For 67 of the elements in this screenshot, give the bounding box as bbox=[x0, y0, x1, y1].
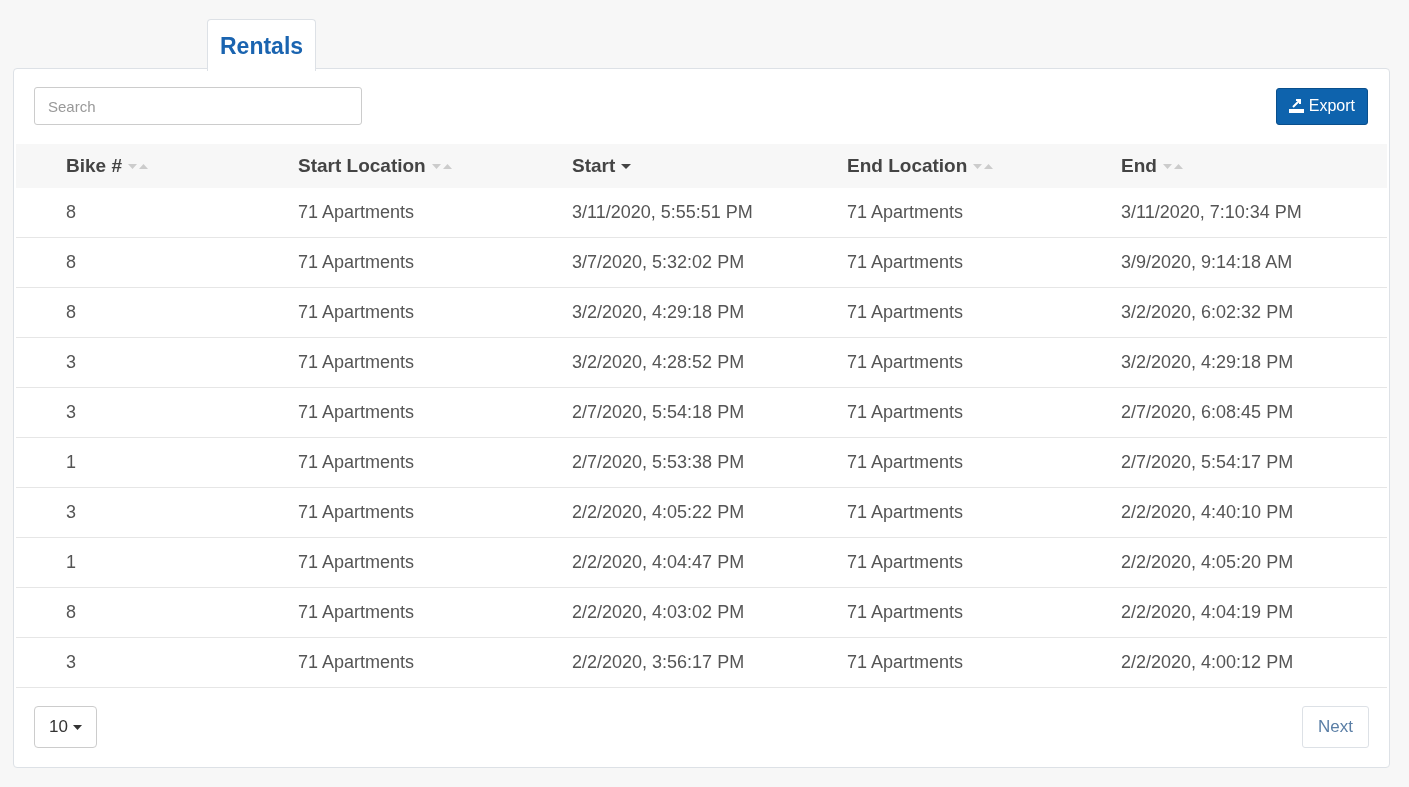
table-cell-text: 8 bbox=[65, 302, 77, 323]
table-cell-text: 3/2/2020, 6:02:32 PM bbox=[1121, 302, 1295, 323]
table-cell-text: 8 bbox=[65, 202, 77, 223]
next-button[interactable]: Next bbox=[1302, 706, 1369, 748]
table-cell-text: 71 Apartments bbox=[298, 302, 416, 323]
table-cell-text: 71 Apartments bbox=[847, 602, 965, 623]
table-cell-text: 71 Apartments bbox=[847, 302, 965, 323]
tab[interactable]: Rentals bbox=[207, 19, 317, 71]
table-cell-text: 3/2/2020, 4:29:18 PM bbox=[1121, 352, 1295, 373]
table-cell-text: 71 Apartments bbox=[847, 552, 965, 573]
column-header[interactable]: Start Location bbox=[298, 155, 426, 177]
table-cell-text: 3 bbox=[65, 502, 77, 523]
table-cell-text: 8 bbox=[65, 602, 77, 623]
table-cell-text: 71 Apartments bbox=[847, 352, 965, 373]
search-field[interactable]: Search bbox=[34, 87, 362, 125]
table-cell-text: 71 Apartments bbox=[847, 252, 965, 273]
table-cell-text: 1 bbox=[65, 552, 77, 573]
table-cell-text: 3 bbox=[65, 352, 77, 373]
table-cell-text: 71 Apartments bbox=[298, 452, 416, 473]
column-header[interactable]: End bbox=[1121, 155, 1157, 177]
table-cell-text: 71 Apartments bbox=[847, 652, 965, 673]
table-cell-text: 3/9/2020, 9:14:18 AM bbox=[1121, 252, 1294, 273]
table-cell-text: 2/2/2020, 3:56:17 PM bbox=[572, 652, 746, 673]
table-cell-text: 71 Apartments bbox=[298, 552, 416, 573]
export-icon bbox=[1288, 99, 1304, 113]
sort-icon[interactable] bbox=[1162, 163, 1183, 169]
table-cell-text: 2/2/2020, 4:05:20 PM bbox=[1121, 552, 1295, 573]
column-header[interactable]: Bike # bbox=[66, 155, 122, 177]
table-cell-text: 8 bbox=[65, 252, 77, 273]
table-cell-text: 71 Apartments bbox=[298, 352, 416, 373]
table-cell-text: 71 Apartments bbox=[298, 202, 416, 223]
table-cell-text: 2/2/2020, 4:05:22 PM bbox=[572, 502, 746, 523]
table-cell-text: 2/7/2020, 5:54:18 PM bbox=[572, 402, 746, 423]
table-cell-text: 71 Apartments bbox=[298, 252, 416, 273]
table-cell-text: 2/2/2020, 4:03:02 PM bbox=[572, 602, 746, 623]
sort-icon[interactable] bbox=[128, 163, 148, 169]
sort-icon[interactable] bbox=[431, 163, 452, 169]
table-cell-text: 2/2/2020, 4:40:10 PM bbox=[1121, 502, 1295, 523]
sort-icon[interactable] bbox=[973, 163, 994, 169]
table-cell-text: 2/2/2020, 4:00:12 PM bbox=[1121, 652, 1295, 673]
table-cell-text: 3/7/2020, 5:32:02 PM bbox=[572, 252, 746, 273]
column-header[interactable]: Start bbox=[572, 155, 616, 177]
table-cell-text: 2/2/2020, 4:04:19 PM bbox=[1121, 602, 1295, 623]
table-cell-text: 2/7/2020, 5:53:38 PM bbox=[572, 452, 746, 473]
table-cell-text: 71 Apartments bbox=[298, 652, 416, 673]
table-cell-text: 71 Apartments bbox=[298, 402, 416, 423]
table-cell-text: 71 Apartments bbox=[298, 502, 416, 523]
sort-descending-icon[interactable] bbox=[621, 163, 632, 169]
table-cell-text: 71 Apartments bbox=[847, 402, 965, 423]
table-cell-text: 3/2/2020, 4:29:18 PM bbox=[572, 302, 746, 323]
column-header[interactable]: End Location bbox=[847, 155, 968, 177]
table-cell-text: 3/11/2020, 5:55:51 PM bbox=[572, 202, 754, 223]
table-cell-text: 71 Apartments bbox=[847, 502, 965, 523]
table-cell-text: 3 bbox=[65, 652, 77, 673]
table-cell-text: 3/11/2020, 7:10:34 PM bbox=[1121, 202, 1303, 223]
table-cell-text: 71 Apartments bbox=[847, 202, 965, 223]
table-cell-text: 71 Apartments bbox=[298, 602, 416, 623]
caret-icon bbox=[72, 724, 82, 730]
table-cell-text: 3 bbox=[65, 402, 77, 423]
table-cell-text: 2/7/2020, 6:08:45 PM bbox=[1121, 402, 1295, 423]
table-cell-text: 71 Apartments bbox=[847, 452, 965, 473]
table-cell-text: 2/7/2020, 5:54:17 PM bbox=[1121, 452, 1295, 473]
table-cell-text: 3/2/2020, 4:28:52 PM bbox=[572, 352, 746, 373]
page-size-dropdown[interactable]: 10 bbox=[34, 706, 97, 748]
export-button[interactable]: Export bbox=[1275, 87, 1368, 125]
table-cell-text: 1 bbox=[65, 452, 77, 473]
table-cell-text: 2/2/2020, 4:04:47 PM bbox=[572, 552, 746, 573]
